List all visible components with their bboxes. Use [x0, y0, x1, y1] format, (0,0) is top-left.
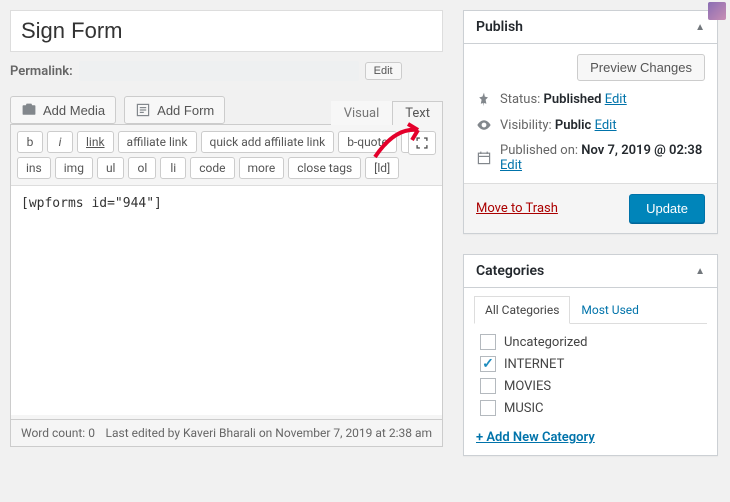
- add-media-button[interactable]: Add Media: [10, 96, 116, 124]
- permalink-row: Permalink: Edit: [10, 58, 443, 84]
- qtag-quick-affiliate[interactable]: quick add affiliate link: [201, 131, 335, 153]
- update-button[interactable]: Update: [629, 194, 705, 223]
- tab-most-used[interactable]: Most Used: [570, 296, 650, 324]
- checkbox-movies[interactable]: [480, 378, 496, 394]
- qtag-bold[interactable]: b: [17, 131, 43, 153]
- add-form-button[interactable]: Add Form: [124, 96, 225, 124]
- calendar-icon: [476, 150, 492, 166]
- publish-header[interactable]: Publish ▲: [464, 11, 717, 44]
- pin-icon: [476, 91, 492, 107]
- qtag-more[interactable]: more: [239, 157, 285, 179]
- user-avatar[interactable]: [708, 2, 726, 20]
- edit-status-link[interactable]: Edit: [605, 92, 627, 107]
- form-icon: [135, 102, 151, 118]
- visibility-row: Visibility: Public Edit: [476, 117, 705, 133]
- checkbox-uncategorized[interactable]: [480, 334, 496, 350]
- eye-icon: [476, 117, 492, 133]
- qtag-close[interactable]: close tags: [288, 157, 361, 179]
- qtag-ol[interactable]: ol: [128, 157, 156, 179]
- list-item: MOVIES: [480, 378, 701, 394]
- qtag-italic[interactable]: i: [47, 131, 73, 153]
- categories-header[interactable]: Categories ▲: [464, 255, 717, 288]
- collapse-icon: ▲: [695, 22, 705, 33]
- word-count: Word count: 0: [21, 426, 95, 440]
- categories-box: Categories ▲ All Categories Most Used Un…: [463, 254, 718, 456]
- qtag-bquote[interactable]: b-quote: [338, 131, 397, 153]
- post-title-input[interactable]: [10, 10, 443, 52]
- category-list: Uncategorized INTERNET MOVIES MUSIC: [476, 334, 705, 416]
- publish-box: Publish ▲ Preview Changes Status: Publis…: [463, 10, 718, 234]
- permalink-edit-button[interactable]: Edit: [365, 62, 402, 80]
- last-edited: Last edited by Kaveri Bharali on Novembe…: [106, 426, 432, 440]
- permalink-label: Permalink:: [10, 64, 73, 79]
- list-item: Uncategorized: [480, 334, 701, 350]
- list-item: INTERNET: [480, 356, 701, 372]
- tab-text[interactable]: Text: [392, 101, 443, 125]
- checkbox-internet[interactable]: [480, 356, 496, 372]
- qtag-code[interactable]: code: [190, 157, 234, 179]
- edit-date-link[interactable]: Edit: [500, 158, 522, 173]
- preview-changes-button[interactable]: Preview Changes: [577, 54, 705, 81]
- fullscreen-icon: [415, 136, 429, 150]
- sidebar: Publish ▲ Preview Changes Status: Publis…: [463, 10, 718, 476]
- fullscreen-button[interactable]: [408, 131, 436, 155]
- permalink-slug[interactable]: [79, 61, 359, 81]
- checkbox-music[interactable]: [480, 400, 496, 416]
- categories-title: Categories: [476, 263, 544, 279]
- editor-tabs: Visual Text: [331, 101, 443, 125]
- add-media-label: Add Media: [43, 103, 105, 118]
- status-row: Status: Published Edit: [476, 91, 705, 107]
- qtag-ul[interactable]: ul: [97, 157, 125, 179]
- qtag-ld[interactable]: [ld]: [365, 157, 399, 179]
- list-item: MUSIC: [480, 400, 701, 416]
- content-textarea[interactable]: [11, 185, 442, 415]
- editor-box: b i link affiliate link quick add affili…: [10, 124, 443, 420]
- category-tabs: All Categories Most Used: [474, 296, 707, 324]
- tab-all-categories[interactable]: All Categories: [474, 296, 570, 324]
- publish-title: Publish: [476, 19, 523, 35]
- move-to-trash-link[interactable]: Move to Trash: [476, 201, 558, 216]
- editor-main: Permalink: Edit Add Media Add Form Visua…: [10, 10, 443, 476]
- add-form-label: Add Form: [157, 103, 214, 118]
- camera-icon: [21, 102, 37, 118]
- qtag-img[interactable]: img: [55, 157, 93, 179]
- add-new-category-link[interactable]: + Add New Category: [476, 430, 595, 445]
- qtag-li[interactable]: li: [160, 157, 186, 179]
- published-on-row: Published on: Nov 7, 2019 @ 02:38 Edit: [476, 143, 705, 173]
- quicktags-toolbar: b i link affiliate link quick add affili…: [11, 125, 442, 185]
- media-toolbar: Add Media Add Form Visual Text: [10, 96, 443, 124]
- qtag-affiliate-link[interactable]: affiliate link: [118, 131, 197, 153]
- qtag-link[interactable]: link: [77, 131, 114, 153]
- tab-visual[interactable]: Visual: [331, 101, 393, 125]
- qtag-ins[interactable]: ins: [17, 157, 51, 179]
- edit-visibility-link[interactable]: Edit: [595, 118, 617, 133]
- editor-footer: Word count: 0 Last edited by Kaveri Bhar…: [10, 420, 443, 447]
- collapse-icon: ▲: [695, 266, 705, 277]
